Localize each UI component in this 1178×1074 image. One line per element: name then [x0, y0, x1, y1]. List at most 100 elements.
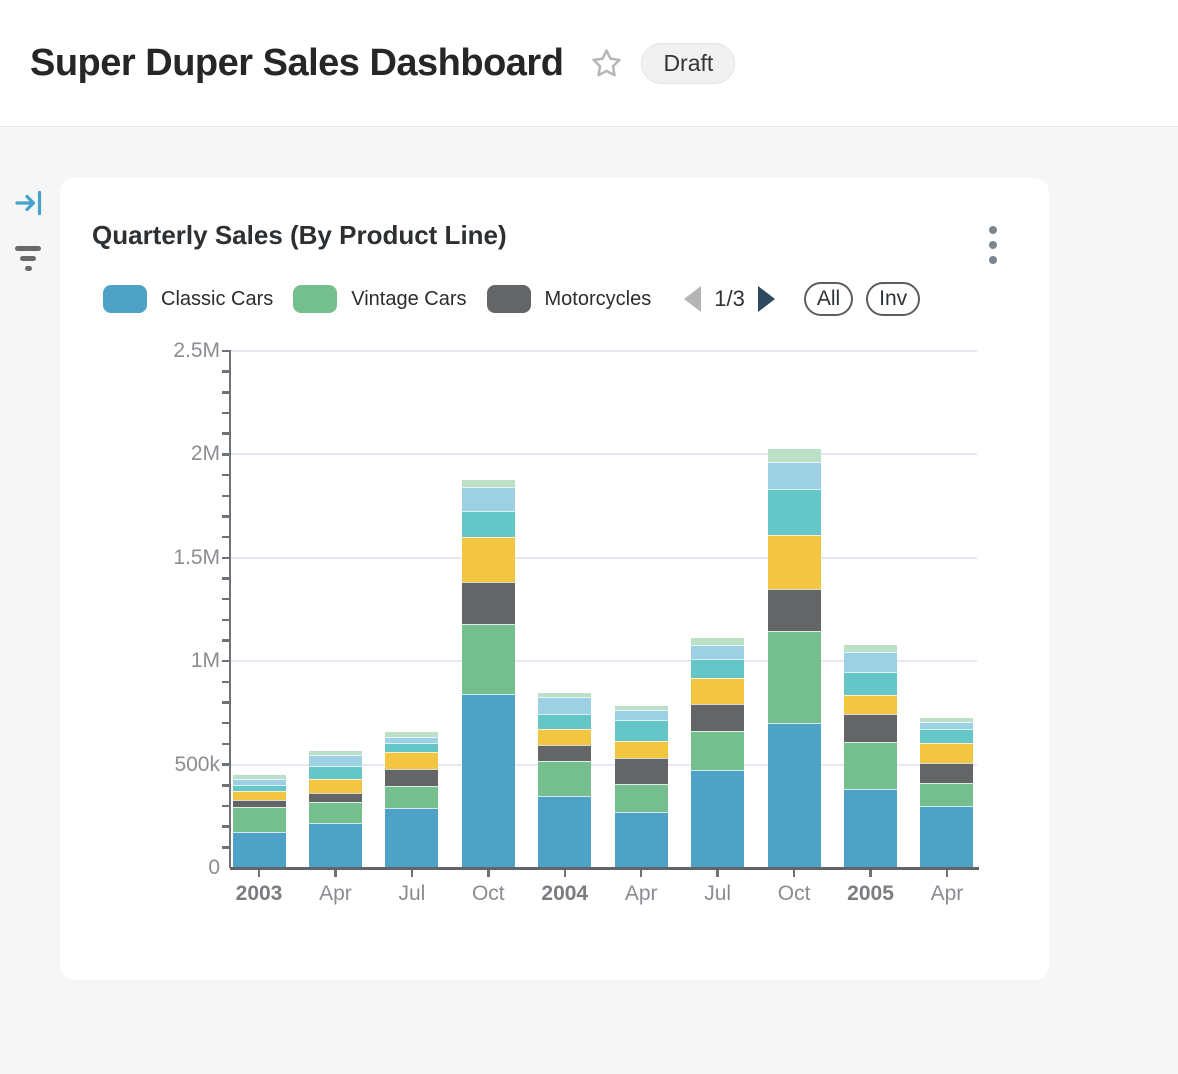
bar-segment[interactable]	[691, 731, 744, 771]
stacked-bar-apr[interactable]	[920, 718, 973, 867]
card-header: Quarterly Sales (By Product Line)	[92, 220, 1017, 268]
bar-segment[interactable]	[538, 697, 591, 714]
legend-all-button[interactable]: All	[804, 282, 853, 316]
stacked-bar-jul[interactable]	[691, 638, 744, 867]
bar-segment[interactable]	[691, 659, 744, 678]
x-axis-tick	[334, 869, 337, 877]
bar-segment[interactable]	[462, 582, 515, 624]
bar-segment[interactable]	[538, 796, 591, 867]
bar-segment[interactable]	[691, 645, 744, 659]
card-menu-kebab-icon[interactable]	[985, 222, 1001, 268]
y-axis-tick-label: 2M	[120, 442, 220, 466]
y-axis-tick-label: 500k	[120, 753, 220, 777]
bar-segment[interactable]	[844, 714, 897, 742]
bar-segment[interactable]	[385, 808, 438, 867]
bar-segment[interactable]	[920, 729, 973, 743]
bar-segment[interactable]	[920, 743, 973, 763]
bar-segment[interactable]	[309, 755, 362, 766]
x-axis-tick	[487, 869, 490, 877]
bar-segment[interactable]	[385, 786, 438, 808]
bar-segment[interactable]	[844, 652, 897, 672]
bar-segment[interactable]	[768, 631, 821, 723]
bar-segment[interactable]	[233, 807, 286, 832]
bar-segment[interactable]	[844, 645, 897, 653]
bar-segment[interactable]	[462, 511, 515, 537]
x-axis-tick-label: 2005	[831, 882, 911, 906]
bar-segment[interactable]	[768, 462, 821, 489]
bar-segment[interactable]	[462, 487, 515, 512]
favorite-star-icon[interactable]	[589, 46, 623, 80]
bar-segment[interactable]	[462, 624, 515, 693]
x-axis-tick-label: Oct	[754, 882, 834, 906]
bar-segment[interactable]	[385, 743, 438, 752]
x-axis-tick	[640, 869, 643, 877]
bar-segment[interactable]	[309, 823, 362, 867]
stacked-bar-oct[interactable]	[462, 480, 515, 867]
bar-segment[interactable]	[309, 766, 362, 779]
bar-segment[interactable]	[462, 694, 515, 868]
bar-segment[interactable]	[920, 722, 973, 729]
bar-segment[interactable]	[844, 695, 897, 714]
bar-segment[interactable]	[309, 793, 362, 802]
legend-item-motorcycles[interactable]: Motorcycles	[487, 285, 652, 313]
bar-segment[interactable]	[920, 806, 973, 867]
bar-segment[interactable]	[768, 449, 821, 461]
collapse-panel-icon[interactable]	[14, 189, 44, 217]
legend-item-classic-cars[interactable]: Classic Cars	[103, 285, 273, 313]
bar-segment[interactable]	[768, 723, 821, 867]
bar-segment[interactable]	[309, 802, 362, 823]
bar-segment[interactable]	[920, 763, 973, 783]
bar-segment[interactable]	[615, 720, 668, 741]
bar-segment[interactable]	[920, 783, 973, 806]
bar-segment[interactable]	[768, 535, 821, 588]
bar-segment[interactable]	[309, 779, 362, 793]
bar-segment[interactable]	[233, 832, 286, 867]
bar-segment[interactable]	[768, 589, 821, 631]
legend-next-arrow-icon[interactable]	[758, 286, 775, 312]
filter-icon[interactable]	[13, 243, 43, 273]
stacked-bar-apr[interactable]	[309, 751, 362, 867]
bar-segment[interactable]	[615, 710, 668, 720]
bar-segment[interactable]	[538, 729, 591, 745]
bar-segment[interactable]	[844, 672, 897, 694]
bar-segment[interactable]	[691, 678, 744, 704]
bar-segment[interactable]	[615, 741, 668, 758]
y-axis-tick-label: 1M	[120, 649, 220, 673]
bar-segment[interactable]	[615, 812, 668, 867]
stacked-bar-2005[interactable]	[844, 645, 897, 867]
bar-segment[interactable]	[538, 745, 591, 761]
stacked-bar-apr[interactable]	[615, 706, 668, 867]
legend-inverse-button[interactable]: Inv	[866, 282, 920, 316]
bar-segment[interactable]	[538, 714, 591, 729]
x-axis-tick-label: Jul	[372, 882, 452, 906]
bar-segment[interactable]	[844, 742, 897, 789]
bar-segment[interactable]	[462, 480, 515, 487]
x-axis-line	[230, 867, 979, 870]
bar-segment[interactable]	[538, 761, 591, 796]
status-badge: Draft	[641, 43, 735, 84]
legend-swatch	[487, 285, 531, 313]
bar-segment[interactable]	[462, 537, 515, 582]
stacked-bar-chart: 0500k1M1.5M2M2.5M2003AprJulOct2004AprJul…	[230, 351, 977, 868]
bar-segment[interactable]	[691, 704, 744, 731]
bar-segment[interactable]	[691, 770, 744, 867]
stacked-bar-2003[interactable]	[233, 775, 286, 867]
bar-segment[interactable]	[233, 800, 286, 807]
stacked-bar-2004[interactable]	[538, 693, 591, 867]
legend-prev-arrow-icon[interactable]	[684, 286, 701, 312]
stacked-bar-oct[interactable]	[768, 449, 821, 867]
bar-segment[interactable]	[615, 784, 668, 812]
stacked-bar-jul[interactable]	[385, 732, 438, 867]
bar-segment[interactable]	[615, 758, 668, 784]
kebab-dot	[989, 226, 997, 234]
bar-segment[interactable]	[844, 789, 897, 867]
bar-segment[interactable]	[768, 489, 821, 536]
bar-segment[interactable]	[385, 752, 438, 769]
x-axis-tick	[869, 869, 872, 877]
bar-segment[interactable]	[233, 791, 286, 800]
bar-segment[interactable]	[691, 638, 744, 645]
legend-label: Motorcycles	[545, 288, 652, 311]
bar-segment[interactable]	[385, 769, 438, 786]
legend-item-vintage-cars[interactable]: Vintage Cars	[293, 285, 466, 313]
kebab-dot	[989, 241, 997, 249]
